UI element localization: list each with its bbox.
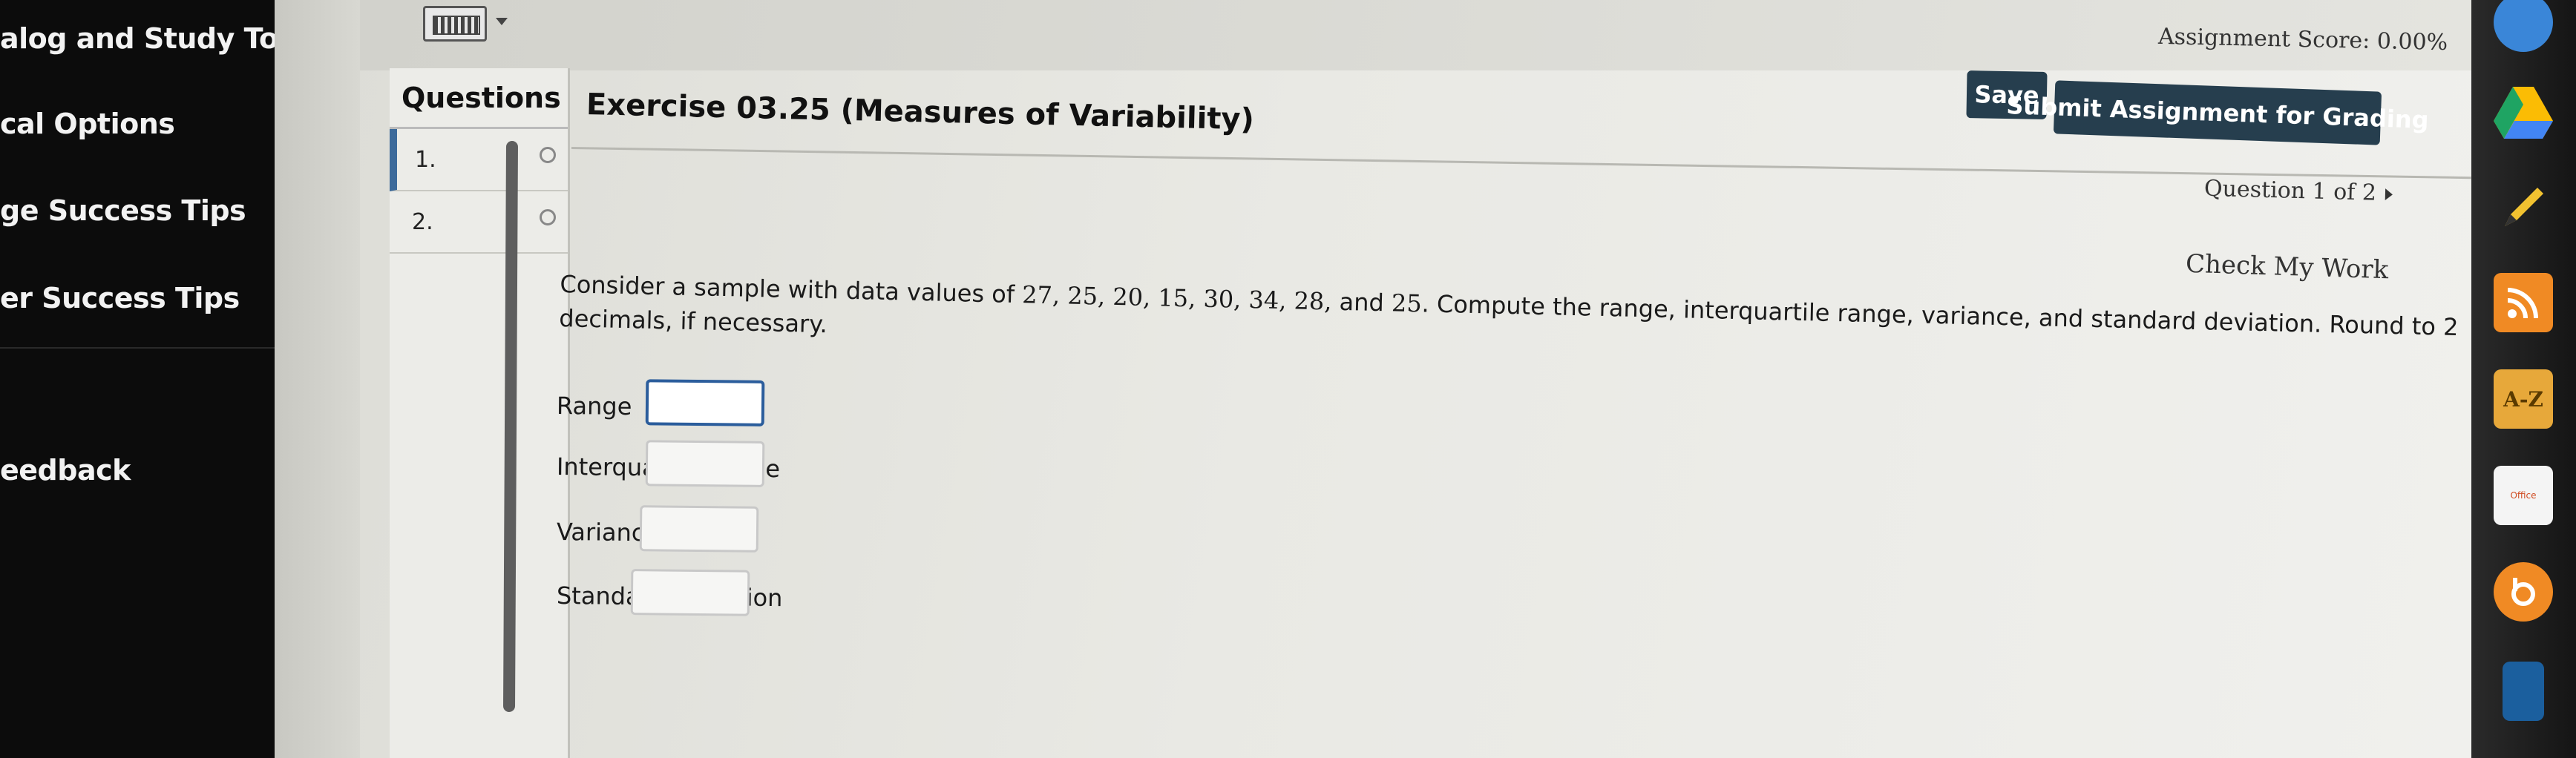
check-my-work-link[interactable]: Check My Work	[2185, 249, 2388, 286]
keyboard-button[interactable]	[423, 6, 487, 42]
range-input[interactable]	[645, 379, 765, 426]
app-dock: A-Z Office	[2471, 0, 2576, 758]
problem-statement: Consider a sample with data values of 27…	[559, 267, 2459, 378]
assignment-toolbar	[360, 0, 2471, 70]
pencil-icon[interactable]	[2494, 178, 2553, 237]
exercise-title: Exercise 03.25 (Measures of Variability)	[586, 88, 1255, 137]
course-sidebar: alog and Study Tools cal Options ge Succ…	[0, 0, 323, 758]
std-dev-input[interactable]	[630, 569, 750, 616]
variance-input[interactable]	[639, 505, 759, 553]
range-row: Range	[557, 378, 854, 433]
question-item-1[interactable]: 1.	[390, 129, 568, 191]
problem-data-values: 27, 25, 20, 15, 30, 34, 28,	[1021, 280, 1332, 316]
question-status-icon	[540, 147, 556, 163]
question-number: 1.	[415, 146, 436, 173]
question-status-icon	[540, 209, 556, 225]
book-icon[interactable]	[2503, 662, 2544, 721]
question-number: 2.	[412, 208, 433, 235]
iqr-row: Interquartile range	[557, 439, 854, 494]
variance-row: Variance	[557, 504, 854, 559]
question-counter[interactable]: Question 1 of 2	[2204, 176, 2393, 207]
keyboard-icon	[433, 16, 480, 35]
office-icon[interactable]: Office	[2494, 466, 2553, 525]
questions-panel: Questions 1. 2.	[390, 68, 570, 758]
iqr-input[interactable]	[645, 440, 765, 487]
google-drive-icon[interactable]	[2494, 83, 2553, 142]
orange-app-icon[interactable]	[2494, 562, 2553, 622]
range-label: Range	[556, 392, 632, 421]
sidebar-item-options[interactable]: cal Options	[0, 108, 175, 140]
problem-prefix: Consider a sample with data values of	[560, 269, 1023, 309]
problem-and: and	[1331, 287, 1392, 317]
problem-last-value: 25	[1391, 289, 1423, 318]
content-gutter	[275, 0, 360, 758]
cloud-icon[interactable]	[2494, 0, 2553, 52]
question-counter-text: Question 1 of 2	[2203, 175, 2377, 206]
question-item-2[interactable]: 2.	[390, 191, 568, 254]
submit-assignment-button[interactable]: Submit Assignment for Grading	[2006, 80, 2429, 145]
sidebar-item-feedback[interactable]: eedback	[0, 454, 131, 487]
questions-header: Questions	[390, 68, 568, 129]
rss-icon[interactable]	[2494, 273, 2553, 332]
assignment-area: Assignment Score: 0.00% Save Submit Assi…	[275, 0, 2471, 758]
sidebar-item-college-success-tips[interactable]: ge Success Tips	[0, 194, 246, 227]
chevron-down-icon[interactable]	[496, 18, 508, 25]
std-dev-row: Standard deviation	[557, 568, 854, 623]
sidebar-item-career-success-tips[interactable]: er Success Tips	[0, 282, 240, 314]
a-z-icon[interactable]: A-Z	[2494, 369, 2553, 429]
next-arrow-icon[interactable]	[2385, 188, 2393, 201]
title-divider	[571, 147, 2471, 179]
sidebar-divider	[0, 347, 275, 349]
